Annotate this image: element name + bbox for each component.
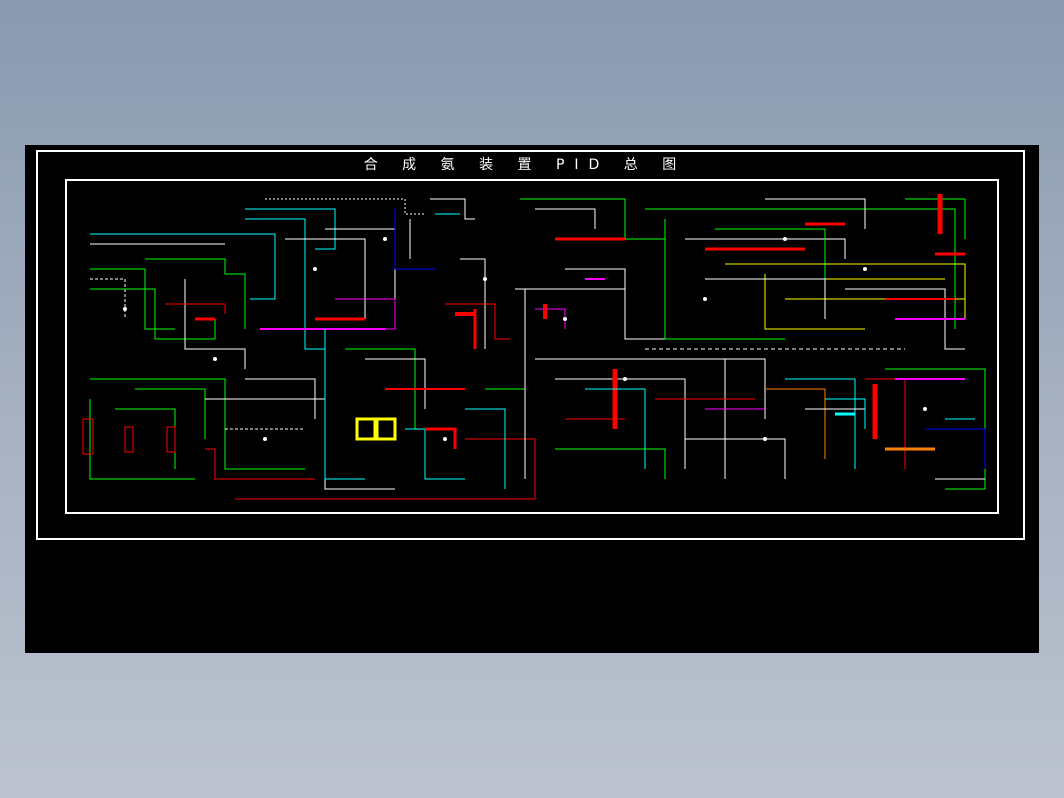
pid-upper-right-section [645,194,966,350]
pid-lower-left-section [82,329,536,500]
pid-lower-right-section [825,368,986,490]
drawing-title: 合 成 氨 装 置 PID 总 图 [363,157,687,173]
cad-viewport[interactable]: 合 成 氨 装 置 PID 总 图 [25,145,1039,653]
pid-diagram [82,194,986,500]
pid-left-section [90,198,510,369]
